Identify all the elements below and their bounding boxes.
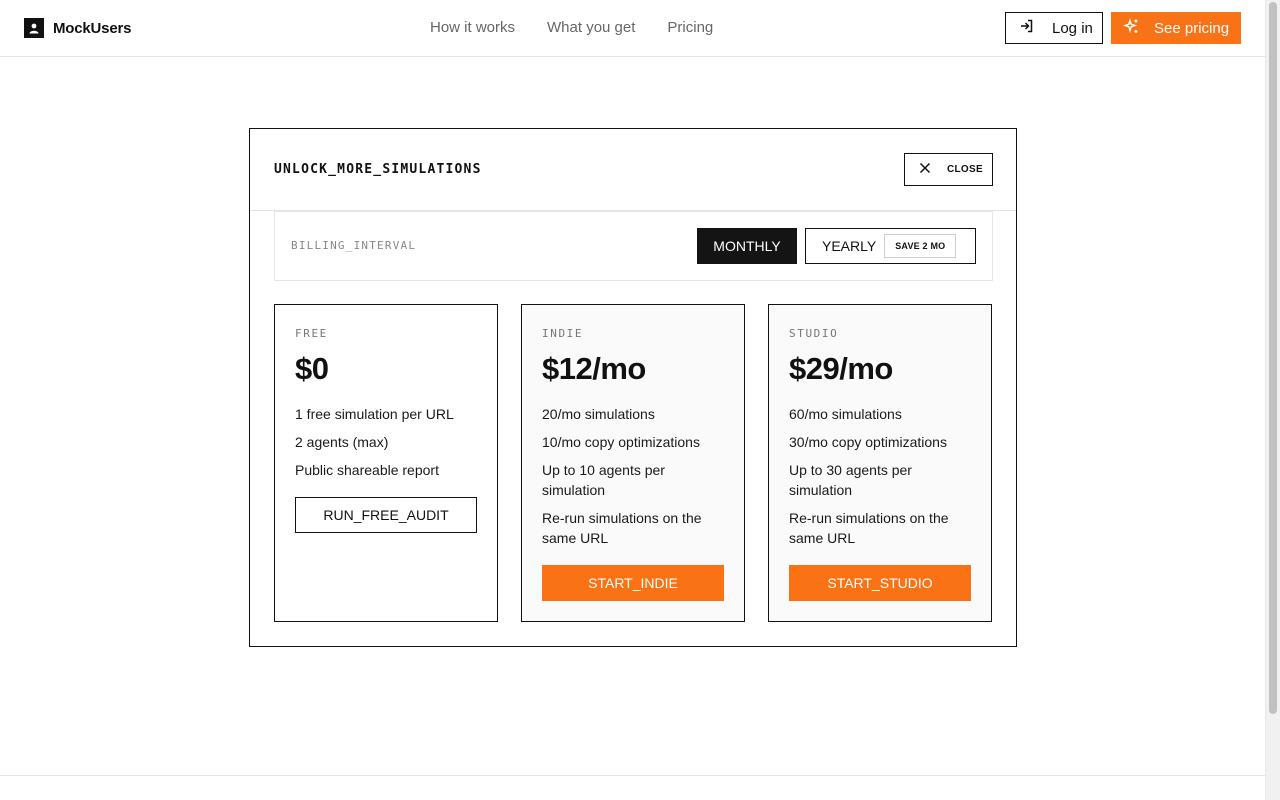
feature-item: Public shareable report	[295, 462, 439, 478]
scrollbar-thumb[interactable]	[1269, 2, 1277, 714]
feature-item: Up to 30 agents per simulation	[789, 462, 912, 498]
close-icon	[919, 161, 931, 179]
feature-list: 60/mo simulations 30/mo copy optimizatio…	[789, 404, 971, 548]
feature-item: Re-run simulations on the same URL	[542, 510, 702, 546]
plan-tier: INDIE	[542, 327, 584, 340]
save-badge: SAVE 2 MO	[884, 234, 957, 258]
feature-item: Up to 10 agents per simulation	[542, 462, 665, 498]
nav-what-you-get[interactable]: What you get	[547, 19, 635, 36]
plan-card-studio: STUDIO $29/mo 60/mo simulations 30/mo co…	[768, 304, 992, 622]
feature-item: 30/mo copy optimizations	[789, 434, 947, 450]
yearly-toggle-button[interactable]: YEARLY SAVE 2 MO	[805, 228, 976, 264]
plan-tier: FREE	[295, 327, 328, 340]
start-indie-button[interactable]: START_INDIE	[542, 565, 724, 601]
top-nav: MockUsers How it works What you get Pric…	[0, 0, 1265, 57]
plan-card-free: FREE $0 1 free simulation per URL 2 agen…	[274, 304, 498, 622]
page-scrollbar[interactable]	[1265, 0, 1280, 800]
start-studio-button[interactable]: START_STUDIO	[789, 565, 971, 601]
login-button[interactable]: Log in	[1005, 12, 1103, 44]
feature-item: 20/mo simulations	[542, 406, 655, 422]
billing-interval-label: BILLING_INTERVAL	[291, 239, 417, 252]
run-free-audit-button[interactable]: RUN_FREE_AUDIT	[295, 497, 477, 533]
user-icon	[24, 18, 44, 38]
feature-list: 1 free simulation per URL 2 agents (max)…	[295, 404, 477, 480]
footer-divider	[0, 775, 1265, 776]
feature-item: 1 free simulation per URL	[295, 406, 454, 422]
feature-item: Re-run simulations on the same URL	[789, 510, 949, 546]
login-label: Log in	[1052, 19, 1093, 37]
login-icon	[1019, 18, 1035, 38]
pricing-modal: UNLOCK_MORE_SIMULATIONS CLOSE BILLING_IN…	[249, 128, 1017, 647]
feature-item: 60/mo simulations	[789, 406, 902, 422]
see-pricing-label: See pricing	[1154, 19, 1230, 37]
billing-interval-toggle: BILLING_INTERVAL MONTHLY YEARLY SAVE 2 M…	[274, 211, 993, 281]
close-label: CLOSE	[947, 164, 983, 175]
main-nav: How it works What you get Pricing	[430, 19, 713, 36]
feature-list: 20/mo simulations 10/mo copy optimizatio…	[542, 404, 724, 548]
modal-title: UNLOCK_MORE_SIMULATIONS	[274, 162, 482, 177]
sparkle-icon	[1122, 17, 1140, 39]
feature-item: 2 agents (max)	[295, 434, 389, 450]
plan-price: $0	[295, 351, 329, 386]
plan-card-indie: INDIE $12/mo 20/mo simulations 10/mo cop…	[521, 304, 745, 622]
yearly-label: YEARLY	[822, 238, 877, 254]
see-pricing-button[interactable]: See pricing	[1111, 12, 1241, 44]
plan-price: $29/mo	[789, 351, 893, 386]
plan-price: $12/mo	[542, 351, 646, 386]
plan-tier: STUDIO	[789, 327, 839, 340]
brand-name: MockUsers	[53, 19, 132, 37]
brand-logo[interactable]: MockUsers	[24, 18, 131, 38]
nav-pricing[interactable]: Pricing	[667, 19, 713, 36]
monthly-toggle-button[interactable]: MONTHLY	[697, 228, 797, 264]
nav-how-it-works[interactable]: How it works	[430, 19, 515, 36]
feature-item: 10/mo copy optimizations	[542, 434, 700, 450]
close-button[interactable]: CLOSE	[904, 153, 993, 186]
